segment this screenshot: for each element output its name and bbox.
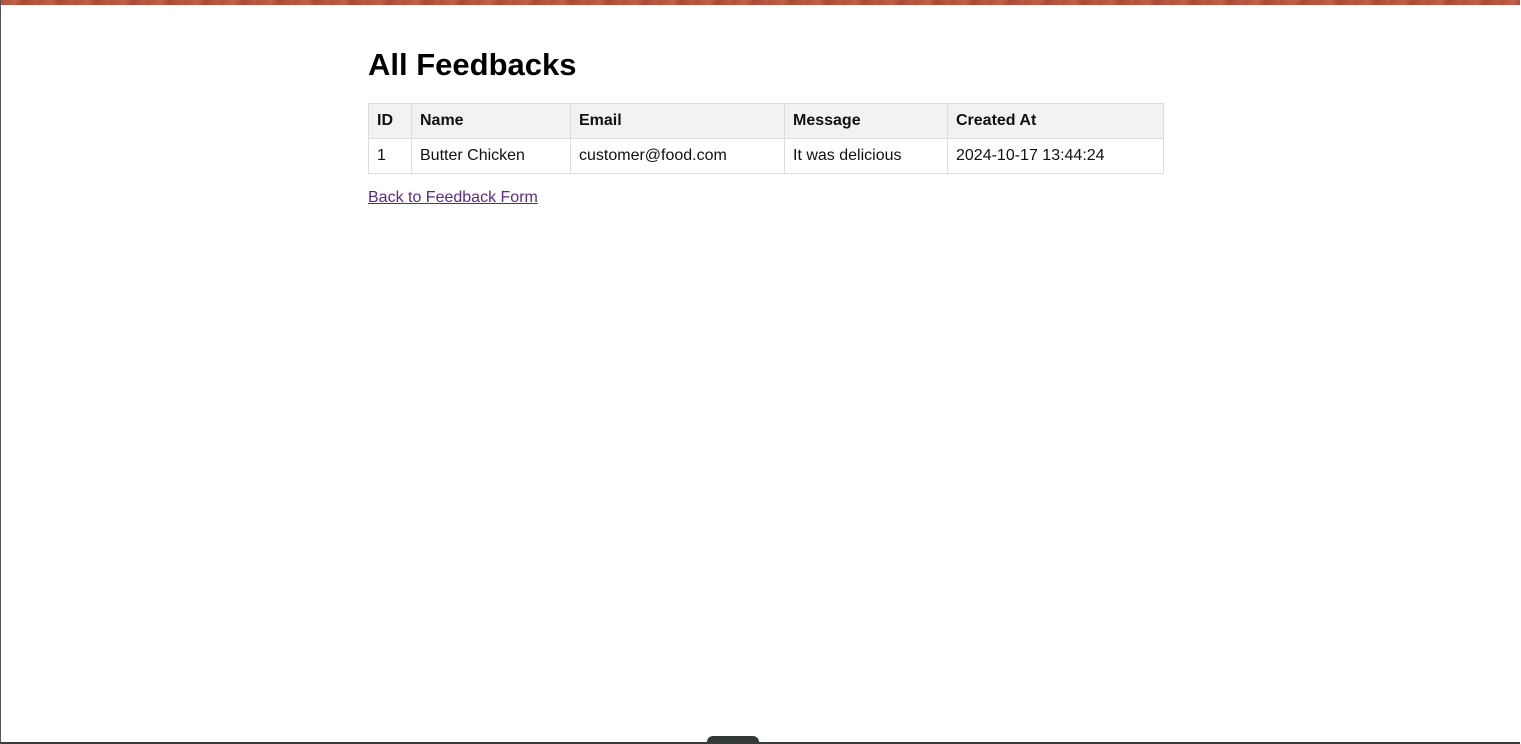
browser-viewport: All Feedbacks ID Name Email Message Crea… <box>0 0 1520 744</box>
cell-id: 1 <box>368 138 412 174</box>
column-header-created-at: Created At <box>947 103 1164 139</box>
table-row: 1 Butter Chicken customer@food.com It wa… <box>368 138 1164 174</box>
column-header-id: ID <box>368 103 412 139</box>
back-to-feedback-form-link[interactable]: Back to Feedback Form <box>368 189 538 207</box>
top-decorative-strip <box>1 0 1520 5</box>
cell-message: It was delicious <box>784 138 948 174</box>
column-header-message: Message <box>784 103 948 139</box>
cell-created-at: 2024-10-17 13:44:24 <box>947 138 1164 174</box>
page-title: All Feedbacks <box>368 47 577 82</box>
main-content: All Feedbacks ID Name Email Message Crea… <box>368 40 1168 207</box>
column-header-name: Name <box>411 103 571 139</box>
column-header-email: Email <box>570 103 785 139</box>
table-header-row: ID Name Email Message Created At <box>368 103 1164 139</box>
bottom-dock-handle[interactable] <box>707 736 759 742</box>
cell-email: customer@food.com <box>570 138 785 174</box>
cell-name: Butter Chicken <box>411 138 571 174</box>
feedback-table: ID Name Email Message Created At 1 Butte… <box>368 103 1164 174</box>
